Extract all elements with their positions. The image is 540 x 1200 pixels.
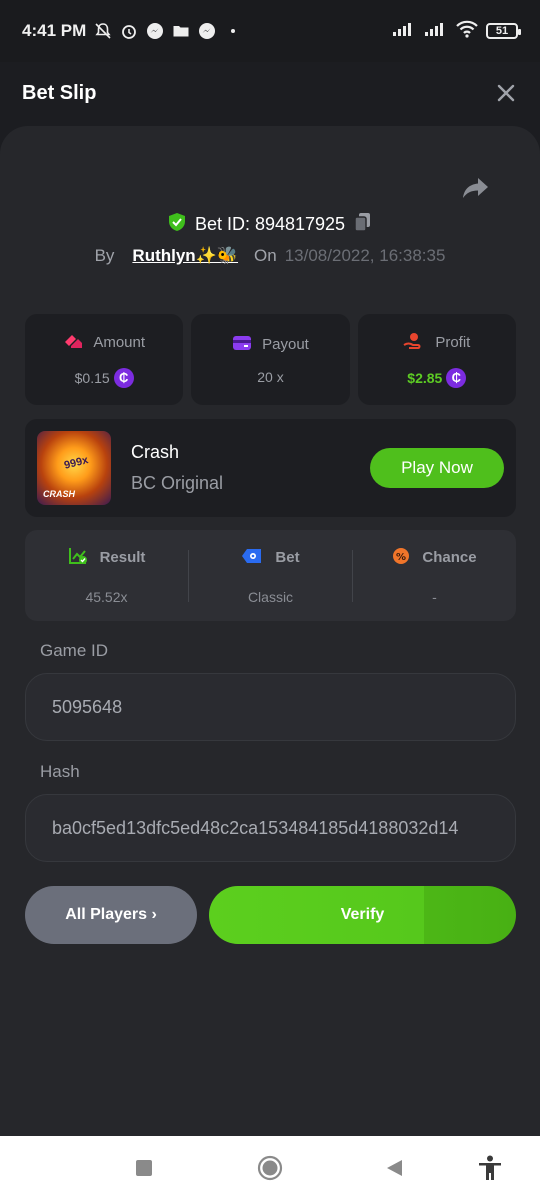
chance-column: % Chance - xyxy=(353,547,516,605)
game-thumbnail[interactable]: 999x CRASH xyxy=(37,431,111,505)
navigation-bar xyxy=(0,1136,540,1200)
stat-label: Payout xyxy=(262,336,309,353)
game-id-label: Game ID xyxy=(40,641,109,660)
dot-icon xyxy=(224,22,242,40)
back-button[interactable] xyxy=(380,1154,408,1182)
recents-button[interactable] xyxy=(130,1154,158,1182)
hash-label: Hash xyxy=(40,762,80,781)
signal-icon xyxy=(392,21,416,42)
result-column: Result 45.52x xyxy=(25,547,188,605)
svg-text:%: % xyxy=(396,552,406,563)
chance-value: - xyxy=(432,588,437,605)
share-icon xyxy=(463,178,488,198)
bet-id-row: Bet ID: 894817925 xyxy=(0,212,540,237)
bet-label: Bet xyxy=(275,549,300,566)
bet-column: Bet Classic xyxy=(189,547,352,605)
on-label: On xyxy=(254,246,277,265)
thumbnail-multiplier: 999x xyxy=(62,454,90,472)
game-id-field[interactable]: 5095648 xyxy=(25,673,516,741)
bell-off-icon xyxy=(94,22,112,40)
bet-value: Classic xyxy=(247,588,294,605)
bet-id: Bet ID: 894817925 xyxy=(194,214,346,234)
status-icons-right: 51 xyxy=(392,20,521,43)
user-link[interactable]: Ruthlyn✨🐝 xyxy=(132,246,238,266)
game-name: Crash xyxy=(131,442,180,462)
all-players-button[interactable]: All Players › xyxy=(25,886,197,944)
share-button[interactable] xyxy=(462,176,490,200)
status-time: 4:41 PM xyxy=(22,21,87,40)
alarm-icon xyxy=(120,22,138,40)
page-title: Bet Slip xyxy=(22,81,97,104)
bet-icon xyxy=(241,547,263,569)
close-icon xyxy=(497,84,515,102)
stat-value: $2.85 xyxy=(407,369,443,386)
status-bar: 4:41 PM 51 xyxy=(0,0,540,62)
accessibility-button[interactable] xyxy=(476,1154,504,1182)
folder-icon xyxy=(172,22,190,40)
stat-value: 20 x xyxy=(257,368,284,385)
stat-value: $0.15 xyxy=(74,369,110,386)
copy-button[interactable] xyxy=(353,212,373,237)
hash-field[interactable]: ba0cf5ed13dfc5ed48c2ca153484185d4188032d… xyxy=(25,794,516,862)
bet-slip-card: Bet ID: 894817925 By Ruthlyn✨🐝 On 13/08/… xyxy=(0,126,540,1136)
wifi-icon xyxy=(456,20,478,43)
stat-label: Amount xyxy=(93,334,146,351)
accessibility-icon xyxy=(479,1155,501,1180)
messenger-icon xyxy=(146,22,164,40)
chance-icon: % xyxy=(392,547,410,569)
play-now-button[interactable]: Play Now xyxy=(370,448,504,488)
stat-payout: Payout 20 x xyxy=(191,314,350,405)
signal-icon xyxy=(424,21,448,42)
game-card: 999x CRASH Crash BC Original Play Now xyxy=(25,419,516,517)
result-label: Result xyxy=(99,549,146,566)
nav-back-icon xyxy=(387,1160,402,1176)
battery-icon: 51 xyxy=(486,23,521,39)
stat-profit: Profit $2.85 ₵ xyxy=(357,314,516,405)
stats-row: Amount $0.15 ₵ Payout 20 x Profit $2.85 … xyxy=(25,314,516,405)
coin-icon: ₵ xyxy=(113,367,134,388)
result-icon xyxy=(68,547,88,569)
game-info: Crash BC Original xyxy=(131,442,223,494)
thumbnail-caption: CRASH xyxy=(43,489,76,499)
payout-icon xyxy=(232,335,252,355)
by-label: By xyxy=(94,246,115,265)
result-value: 45.52x xyxy=(85,588,128,605)
nav-home-icon xyxy=(257,1155,283,1181)
home-button[interactable] xyxy=(256,1154,284,1182)
verify-button[interactable]: Verify xyxy=(209,886,516,944)
shield-check-icon xyxy=(167,212,187,237)
chance-label: Chance xyxy=(422,549,477,566)
stat-label: Profit xyxy=(435,334,471,351)
result-card: Result 45.52x Bet Classic % Chance - xyxy=(25,530,516,621)
action-buttons: All Players › Verify xyxy=(25,886,516,944)
stat-amount: Amount $0.15 ₵ xyxy=(25,314,184,405)
header: Bet Slip xyxy=(0,62,540,124)
copy-icon xyxy=(354,213,371,232)
bet-date: 13/08/2022, 16:38:35 xyxy=(284,246,446,265)
game-subtitle: BC Original xyxy=(131,473,224,493)
amount-icon xyxy=(63,332,83,354)
coin-icon: ₵ xyxy=(446,367,467,388)
profit-icon xyxy=(403,332,425,354)
bet-meta-row: By Ruthlyn✨🐝 On 13/08/2022, 16:38:35 xyxy=(0,246,540,266)
close-button[interactable] xyxy=(494,81,518,105)
nav-recents-icon xyxy=(136,1160,152,1176)
status-icons-left xyxy=(94,22,242,40)
messenger-icon xyxy=(198,22,216,40)
